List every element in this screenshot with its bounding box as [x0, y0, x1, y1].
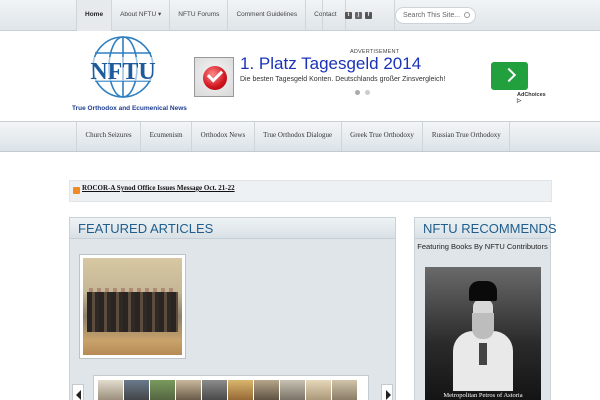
- top-nav: Home About NFTU ▾ NFTU Forums Comment Gu…: [76, 0, 346, 31]
- carousel-thumbnail[interactable]: [254, 380, 279, 400]
- book-caption: Metropolitan Petros of Astoria: [443, 392, 523, 399]
- carousel-thumbnail[interactable]: [332, 380, 357, 400]
- ad-pagination: [355, 90, 370, 95]
- carousel-thumbnail[interactable]: [98, 380, 123, 400]
- carousel-thumbnail[interactable]: [202, 380, 227, 400]
- nftu-logo[interactable]: NFTU: [78, 35, 168, 105]
- photo-detail: [87, 292, 178, 332]
- category-true-orthodox-dialogue[interactable]: True Orthodox Dialogue: [255, 122, 342, 151]
- recommends-subtitle: Featuring Books By NFTU Contributors: [417, 242, 548, 251]
- portrait-detail: [472, 313, 494, 339]
- featured-carousel: [93, 375, 369, 400]
- rss-icon: [73, 187, 80, 194]
- carousel-thumbnail[interactable]: [228, 380, 253, 400]
- carousel-thumbnail[interactable]: [124, 380, 149, 400]
- category-church-seizures[interactable]: Church Seizures: [76, 122, 142, 151]
- ticker-headline-link[interactable]: ROCOR-A Synod Office Issues Message Oct.…: [82, 184, 235, 192]
- featured-image[interactable]: [79, 254, 186, 359]
- chevron-right-icon: [501, 67, 517, 83]
- top-nav-home[interactable]: Home: [76, 0, 113, 31]
- category-nav: Church Seizures Ecumenism Orthodox News …: [0, 121, 600, 152]
- search-input[interactable]: Search This Site...: [395, 7, 476, 24]
- recommends-panel: NFTU RECOMMENDS Featuring Books By NFTU …: [414, 217, 557, 400]
- advertisement[interactable]: ADVERTISEMENT 1. Platz Tagesgeld 2014 Di…: [192, 49, 550, 104]
- logo-text: NFTU: [90, 59, 155, 85]
- search-placeholder: Search This Site...: [403, 12, 461, 19]
- top-bar: Home About NFTU ▾ NFTU Forums Comment Gu…: [0, 0, 600, 31]
- featured-photo: [83, 258, 182, 355]
- ad-choices-link[interactable]: AdChoices ▷: [517, 92, 550, 104]
- rss-icon[interactable]: ): [355, 12, 362, 19]
- ad-text[interactable]: Die besten Tagesgeld Konten. Deutschland…: [240, 76, 445, 83]
- carousel-thumbnail[interactable]: [150, 380, 175, 400]
- ad-dot[interactable]: [365, 90, 370, 95]
- carousel-thumbnail[interactable]: [306, 380, 331, 400]
- book-cover-portrait: [453, 281, 513, 391]
- news-ticker: ROCOR-A Synod Office Issues Message Oct.…: [69, 180, 552, 202]
- book-cover[interactable]: Metropolitan Petros of Astoria: [425, 267, 541, 400]
- featured-title: FEATURED ARTICLES: [70, 218, 395, 239]
- facebook-icon[interactable]: f: [365, 12, 372, 19]
- top-nav-about[interactable]: About NFTU ▾: [112, 0, 171, 31]
- site-tagline: True Orthodox and Ecumenical News: [72, 105, 187, 112]
- category-ecumenism[interactable]: Ecumenism: [141, 122, 193, 151]
- category-orthodox-news[interactable]: Orthodox News: [192, 122, 255, 151]
- top-nav-comment-guidelines[interactable]: Comment Guidelines: [228, 0, 307, 31]
- ad-title[interactable]: 1. Platz Tagesgeld 2014: [240, 54, 421, 74]
- portrait-detail: [469, 281, 497, 301]
- social-links: t ) f: [322, 0, 395, 31]
- carousel-thumbnail[interactable]: [280, 380, 305, 400]
- twitter-icon[interactable]: t: [345, 12, 352, 19]
- ad-dot[interactable]: [355, 90, 360, 95]
- category-greek-true-orthodoxy[interactable]: Greek True Orthodoxy: [342, 122, 424, 151]
- search-icon[interactable]: [464, 12, 470, 18]
- recommends-title: NFTU RECOMMENDS: [415, 218, 557, 239]
- ad-open-button[interactable]: [491, 62, 528, 90]
- carousel-thumbnail[interactable]: [176, 380, 201, 400]
- ad-image[interactable]: [194, 57, 234, 97]
- carousel-prev-button[interactable]: [72, 384, 84, 400]
- top-nav-forums[interactable]: NFTU Forums: [170, 0, 229, 31]
- carousel-next-button[interactable]: [381, 384, 393, 400]
- featured-articles-panel: FEATURED ARTICLES: [69, 217, 396, 400]
- portrait-detail: [479, 343, 487, 365]
- category-russian-true-orthodoxy[interactable]: Russian True Orthodoxy: [423, 122, 511, 151]
